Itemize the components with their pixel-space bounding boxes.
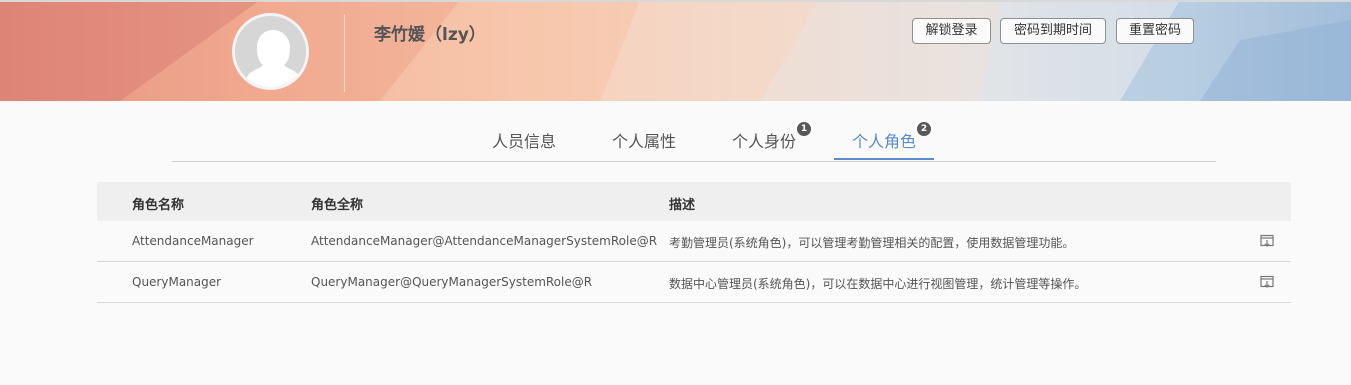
table-row: QueryManager QueryManager@QueryManagerSy… xyxy=(97,262,1291,303)
tab-label: 个人角色 xyxy=(852,132,917,151)
column-header-description: 描述 xyxy=(669,198,696,213)
column-header-role-full-name: 角色全称 xyxy=(311,198,364,213)
tab-personal-identity[interactable]: 个人身份 1 xyxy=(732,122,812,152)
active-tab-indicator xyxy=(834,158,934,160)
profile-tabs: 人员信息 个人属性 个人身份 1 个人角色 2 xyxy=(172,120,1216,162)
column-header-role-name: 角色名称 xyxy=(132,198,185,213)
role-full-name: AttendanceManager@AttendanceManagerSyste… xyxy=(311,234,658,248)
top-border xyxy=(0,0,1351,2)
user-name: 李竹媛（lzy） xyxy=(374,25,486,45)
role-name: AttendanceManager xyxy=(132,234,254,248)
export-icon[interactable] xyxy=(1260,234,1274,248)
tab-personnel-info[interactable]: 人员信息 xyxy=(492,128,556,152)
table-row: AttendanceManager AttendanceManager@Atte… xyxy=(97,221,1291,262)
count-badge: 1 xyxy=(797,122,812,136)
roles-table: 角色名称 角色全称 描述 AttendanceManager Attendanc… xyxy=(97,182,1291,303)
profile-banner: 李竹媛（lzy） 解锁登录 密码到期时间 重置密码 xyxy=(0,0,1351,101)
tab-label: 人员信息 xyxy=(492,132,557,151)
role-description: 数据中心管理员(系统角色)，可以在数据中心进行视图管理，统计管理等操作。 xyxy=(669,277,1087,291)
count-badge: 2 xyxy=(917,122,932,136)
header-divider xyxy=(344,14,345,92)
tab-label: 个人身份 xyxy=(732,132,797,151)
unlock-login-button[interactable]: 解锁登录 xyxy=(912,18,991,44)
export-icon[interactable] xyxy=(1260,275,1274,289)
role-description: 考勤管理员(系统角色)，可以管理考勤管理相关的配置，使用数据管理功能。 xyxy=(669,236,1075,250)
tab-label: 个人属性 xyxy=(612,132,677,151)
role-full-name: QueryManager@QueryManagerSystemRole@R xyxy=(311,275,593,289)
tab-personal-attributes[interactable]: 个人属性 xyxy=(612,128,676,152)
reset-password-button[interactable]: 重置密码 xyxy=(1116,18,1194,44)
tab-personal-roles[interactable]: 个人角色 2 xyxy=(852,122,932,152)
password-expiry-button[interactable]: 密码到期时间 xyxy=(1000,18,1106,44)
role-name: QueryManager xyxy=(132,275,222,289)
banner-background xyxy=(0,0,1351,101)
table-header: 角色名称 角色全称 描述 xyxy=(97,182,1291,221)
avatar xyxy=(232,13,309,90)
